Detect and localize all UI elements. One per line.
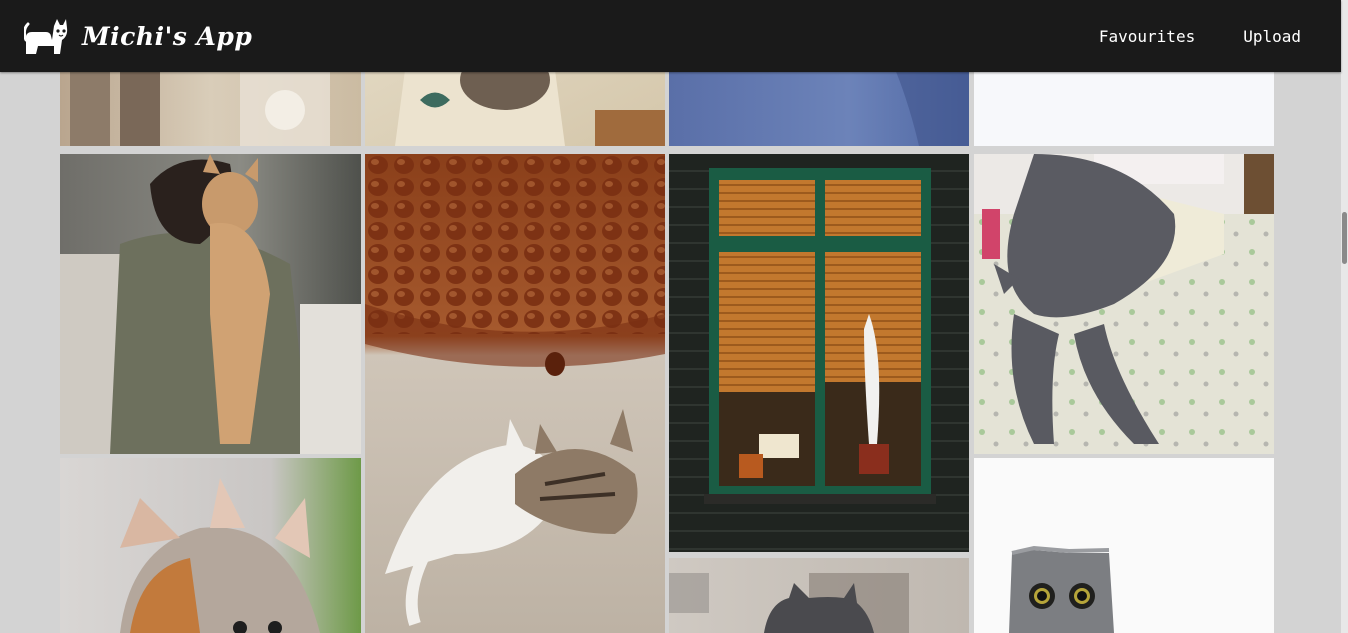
cat-climbing-window-image (669, 154, 969, 552)
gallery-image[interactable] (669, 558, 969, 633)
gallery-image[interactable] (669, 154, 969, 552)
image-gallery (60, 0, 1274, 633)
favourites-link[interactable]: Favourites (1099, 27, 1195, 46)
cat-logo-icon (24, 16, 68, 56)
gallery-image[interactable] (974, 458, 1274, 633)
gallery-image[interactable] (60, 154, 361, 454)
top-navbar: Michi's App Favourites Upload (0, 0, 1341, 72)
brand[interactable]: Michi's App (24, 14, 252, 58)
gallery-image[interactable] (365, 154, 665, 633)
woman-holding-kitten-image (60, 154, 361, 454)
app-title: Michi's App (82, 21, 253, 51)
nav-links: Favourites Upload (1099, 0, 1301, 72)
gallery-image[interactable] (60, 458, 361, 633)
gallery-image[interactable] (974, 154, 1274, 454)
calico-kitten-closeup-image (60, 458, 361, 633)
kittens-sleeping-by-chestnuts-image (365, 154, 665, 633)
grey-cat-stretching-from-box-image (974, 154, 1274, 454)
grey-cat-peeking-image (669, 558, 969, 633)
wide-eyed-grey-cat-image (974, 458, 1274, 633)
scrollbar-thumb[interactable] (1342, 212, 1347, 264)
page-scrollbar[interactable] (1341, 0, 1348, 633)
upload-link[interactable]: Upload (1243, 27, 1301, 46)
